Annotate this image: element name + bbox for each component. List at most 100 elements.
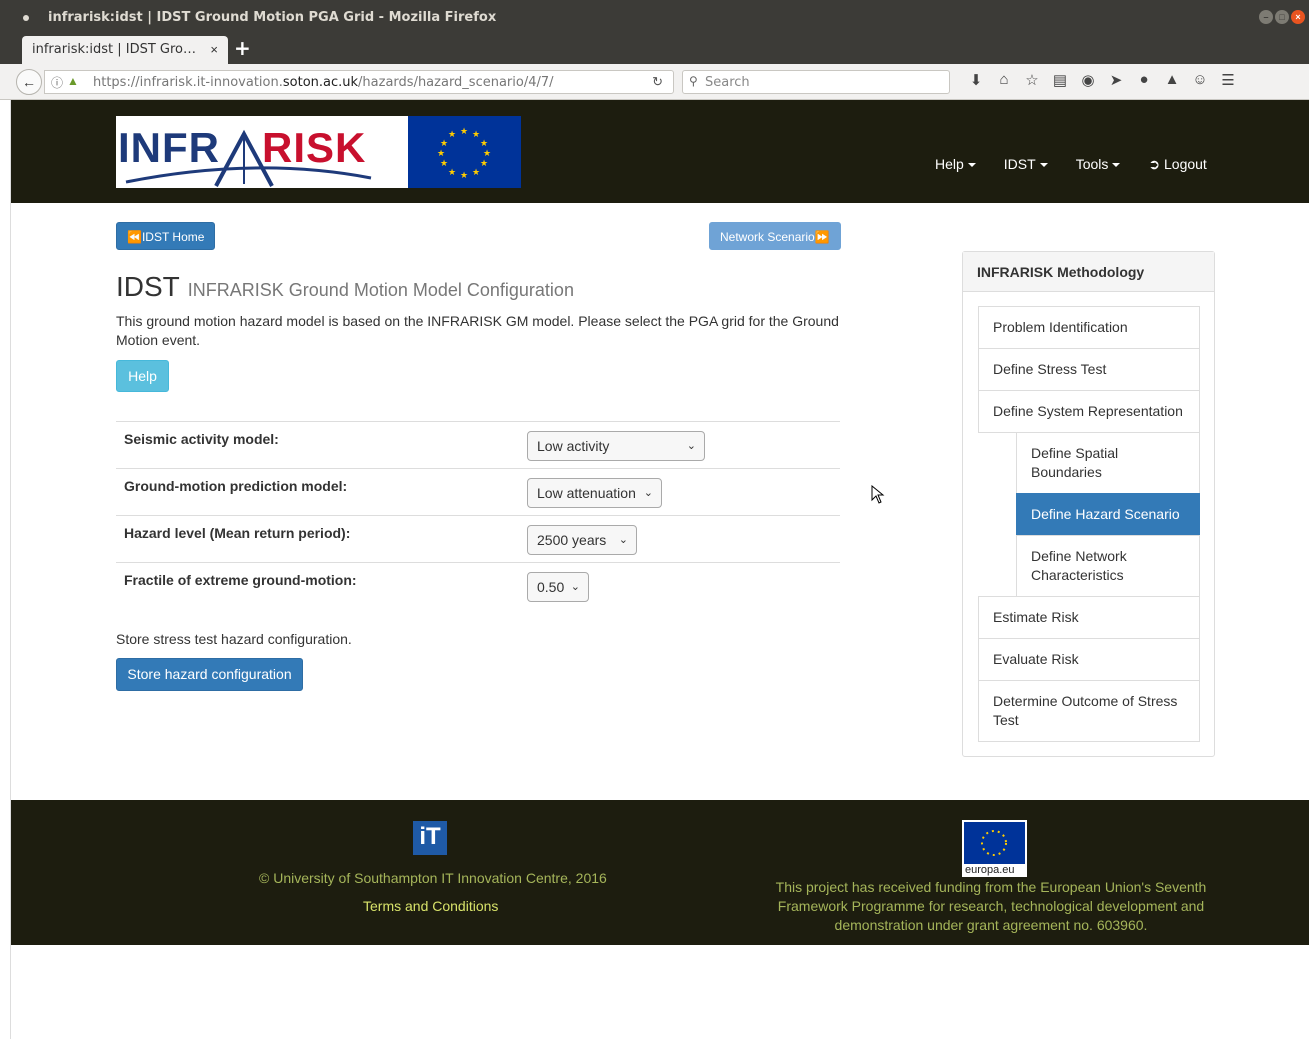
caret-down-icon	[967, 163, 976, 168]
sidebar-item-hazard-scenario[interactable]: Define Hazard Scenario	[1016, 493, 1200, 536]
nav-help[interactable]: Help	[935, 156, 976, 173]
form-row: Ground-motion prediction model: Low atte…	[116, 468, 840, 515]
hazard-form: Seismic activity model: Low activity ⌄ Gr…	[116, 421, 840, 609]
hazard-level-label: Hazard level (Mean return period):	[124, 525, 351, 541]
hazard-level-select[interactable]: 2500 years ⌄	[527, 525, 637, 555]
seismic-activity-label: Seismic activity model:	[124, 431, 279, 447]
account-icon[interactable]: ☺	[1186, 71, 1214, 89]
chevron-down-icon: ⌄	[643, 487, 653, 499]
store-hazard-button[interactable]: Store hazard configuration	[116, 658, 303, 691]
pocket-icon[interactable]: ◉	[1074, 71, 1102, 89]
panel-heading: INFRARISK Methodology	[963, 252, 1214, 292]
europa-label: europa.eu	[965, 864, 1015, 876]
nav-idst[interactable]: IDST	[1004, 156, 1048, 173]
idst-home-button[interactable]: ⏪IDST Home	[116, 222, 216, 250]
page-title: IDST INFRARISK Ground Motion Model Config…	[116, 271, 574, 302]
svg-text:★: ★	[472, 168, 480, 178]
svg-text:★: ★	[448, 130, 456, 140]
fast-backward-icon: ⏪	[127, 230, 142, 244]
methodology-list: Problem Identification Define Stress Tes…	[978, 306, 1200, 742]
browser-navbar: ← ⓘ ▲ https://infrarisk.it-innovation.so…	[0, 64, 1309, 100]
sidebar-item-network-characteristics[interactable]: Define Network Characteristics	[1016, 535, 1200, 597]
svg-text:★: ★	[460, 127, 468, 137]
web-page: INFR RISK ★ ★ ★ ★ ★ ★ ★ ★ ★ ★ ★ ★ Help IDST Tools…	[10, 100, 1309, 1039]
form-row: Seismic activity model: Low activity ⌄	[116, 421, 840, 468]
form-row: Hazard level (Mean return period): 2500 …	[116, 515, 840, 562]
sidebar-item-determine-outcome[interactable]: Determine Outcome of Stress Test	[978, 680, 1200, 742]
help-button[interactable]: Help	[116, 360, 169, 392]
window-title: infrarisk:idst | IDST Ground Motion PGA …	[48, 10, 497, 25]
svg-text:★: ★	[437, 149, 445, 159]
new-tab-button[interactable]: +	[234, 36, 251, 60]
reload-icon[interactable]: ↻	[652, 74, 663, 90]
fractile-select[interactable]: 0.50 ⌄	[527, 572, 589, 602]
page-subtitle: INFRARISK Ground Motion Model Configurat…	[187, 280, 574, 300]
chat-icon[interactable]: ●	[1130, 71, 1158, 89]
sidebar-item-problem-identification[interactable]: Problem Identification	[978, 306, 1200, 349]
store-description: Store stress test hazard configuration.	[116, 631, 352, 647]
lock-icon[interactable]: ▲	[67, 74, 79, 88]
reading-list-icon[interactable]: ▤	[1046, 71, 1074, 89]
browser-tab[interactable]: infrarisk:idst | IDST Gro… ×	[22, 36, 228, 64]
bookmark-star-icon[interactable]: ☆	[1018, 71, 1046, 89]
url-text: https://infrarisk.it-innovation.soton.ac…	[93, 75, 554, 90]
svg-text:★: ★	[480, 159, 488, 169]
close-window-icon[interactable]: ×	[1291, 10, 1305, 24]
site-header: INFR RISK ★ ★ ★ ★ ★ ★ ★ ★ ★ ★ ★ ★ Help IDST Tools…	[11, 100, 1309, 203]
seismic-activity-select[interactable]: Low activity ⌄	[527, 431, 705, 461]
svg-text:★: ★	[483, 149, 491, 159]
svg-text:★: ★	[472, 130, 480, 140]
fast-forward-icon: ⏩	[814, 230, 830, 244]
toolbar-icons: ⬇ ⌂ ☆ ▤ ◉ ➤ ● ▲ ☺ ☰	[962, 71, 1242, 89]
gmpe-label: Ground-motion prediction model:	[124, 478, 348, 494]
eu-stars-small-icon	[981, 830, 1007, 856]
tab-bar: infrarisk:idst | IDST Gro… × +	[0, 34, 1309, 64]
chevron-down-icon: ⌄	[686, 440, 696, 452]
chevron-down-icon: ⌄	[618, 534, 628, 546]
europa-logo[interactable]: europa.eu	[962, 820, 1027, 877]
svg-text:★: ★	[480, 139, 488, 149]
info-icon[interactable]: ⓘ	[51, 74, 63, 91]
minimize-icon[interactable]: –	[1259, 10, 1273, 24]
send-icon[interactable]: ➤	[1102, 71, 1130, 89]
it-innovation-logo: iT	[413, 821, 447, 855]
sidebar-item-system-representation[interactable]: Define System Representation	[978, 390, 1200, 433]
gmpe-select[interactable]: Low attenuation ⌄	[527, 478, 662, 508]
mouse-cursor-icon	[871, 485, 885, 504]
eu-flag-logo: ★ ★ ★ ★ ★ ★ ★ ★ ★ ★ ★ ★	[408, 116, 521, 188]
tab-close-icon[interactable]: ×	[210, 42, 218, 57]
main-nav: Help IDST Tools ➲ Logout	[935, 156, 1235, 173]
caret-down-icon	[1112, 163, 1121, 168]
home-icon[interactable]: ⌂	[990, 71, 1018, 89]
chevron-down-icon: ⌄	[570, 581, 580, 593]
nav-tools[interactable]: Tools	[1076, 156, 1121, 173]
translate-icon[interactable]: ▲	[1158, 71, 1186, 89]
svg-text:★: ★	[440, 159, 448, 169]
form-row: Fractile of extreme ground-motion: 0.50 ⌄	[116, 562, 840, 609]
download-icon[interactable]: ⬇	[962, 71, 990, 89]
search-input[interactable]: ⚲ Search	[682, 70, 950, 94]
methodology-panel: INFRARISK Methodology Problem Identifica…	[962, 251, 1215, 757]
network-scenario-button[interactable]: Network Scenario⏩	[709, 222, 841, 250]
svg-text:★: ★	[440, 139, 448, 149]
search-placeholder: Search	[705, 75, 750, 90]
sidebar-item-spatial-boundaries[interactable]: Define Spatial Boundaries	[1016, 432, 1200, 494]
funding-text: This project has received funding from t…	[775, 879, 1207, 933]
copyright-text: © University of Southampton IT Innovatio…	[259, 870, 607, 886]
nav-logout[interactable]: ➲ Logout	[1148, 156, 1206, 173]
eu-flag-small-icon	[964, 822, 1025, 864]
window-dot-icon	[23, 15, 29, 21]
url-bar[interactable]: ⓘ ▲ https://infrarisk.it-innovation.soto…	[44, 70, 674, 94]
infrarisk-logo[interactable]: INFR RISK	[116, 116, 408, 188]
eu-stars-icon: ★ ★★ ★★★ ★★★ ★★★	[437, 127, 491, 181]
sidebar-item-estimate-risk[interactable]: Estimate Risk	[978, 596, 1200, 639]
sidebar-item-evaluate-risk[interactable]: Evaluate Risk	[978, 638, 1200, 681]
maximize-icon[interactable]: □	[1275, 10, 1289, 24]
logo-text: INFR RISK	[118, 124, 367, 171]
fractile-label: Fractile of extreme ground-motion:	[124, 572, 357, 588]
terms-link[interactable]: Terms and Conditions	[363, 898, 498, 914]
back-button[interactable]: ←	[16, 69, 42, 95]
menu-icon[interactable]: ☰	[1214, 71, 1242, 89]
tab-title: infrarisk:idst | IDST Gro…	[32, 42, 197, 57]
sidebar-item-define-stress-test[interactable]: Define Stress Test	[978, 348, 1200, 391]
